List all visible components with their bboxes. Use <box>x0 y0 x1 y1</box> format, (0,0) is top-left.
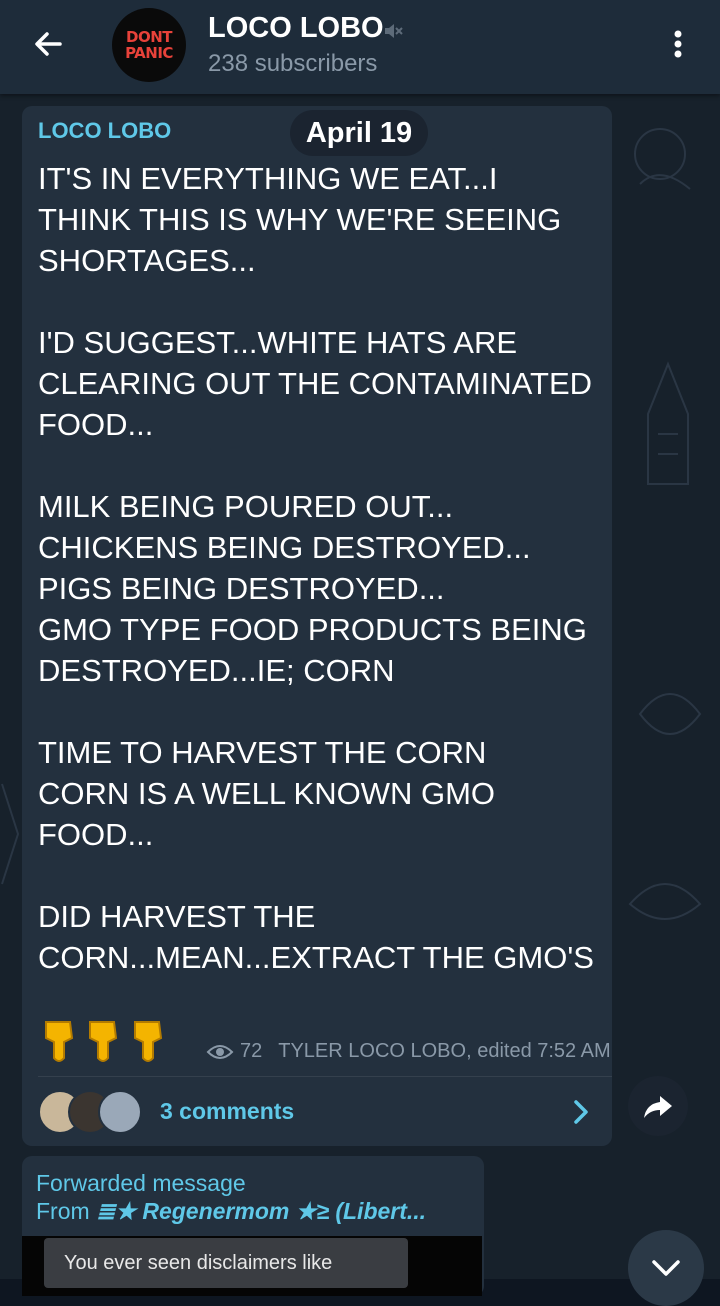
doodle-edge-icon <box>1 783 20 885</box>
message-sender[interactable]: LOCO LOBO <box>38 118 171 144</box>
share-button[interactable] <box>628 1076 688 1136</box>
pointing-down-icon <box>133 1021 162 1062</box>
subscriber-count: 238 subscribers <box>208 50 378 77</box>
doodle-leaf-icon <box>638 693 702 735</box>
commenter-avatar <box>98 1090 142 1134</box>
forwarded-from-name[interactable]: ≣★ Regenermom ★≥ (Libert... <box>96 1198 426 1224</box>
forwarded-from-prefix: From <box>36 1198 97 1224</box>
date-badge: April 19 <box>290 110 428 156</box>
muted-speaker-icon <box>385 24 403 38</box>
comments-link[interactable]: 3 comments <box>160 1098 294 1125</box>
channel-header: DONT PANIC LOCO LOBO 238 subscribers <box>0 0 720 94</box>
back-arrow-icon[interactable] <box>28 24 68 64</box>
forwarded-media-caption: You ever seen disclaimers like <box>44 1238 408 1288</box>
author-edited-time: TYLER LOCO LOBO, edited 7:52 AM <box>278 1040 611 1062</box>
more-menu-icon[interactable] <box>664 24 692 64</box>
avatar-text-line2: PANIC <box>125 44 173 62</box>
forwarded-from[interactable]: From ≣★ Regenermom ★≥ (Libert... <box>36 1198 426 1225</box>
view-count: 72 <box>240 1040 263 1062</box>
pointing-down-emoji-row <box>40 1018 169 1064</box>
comments-divider <box>38 1076 612 1077</box>
doodle-croissant-icon <box>628 883 702 920</box>
message-text: IT'S IN EVERYTHING WE EAT...I THINK THIS… <box>38 161 594 975</box>
doodle-tower-icon <box>647 361 689 485</box>
chevron-down-icon <box>652 1260 680 1276</box>
doodle-pattern-icon <box>634 128 691 190</box>
scroll-down-button[interactable] <box>628 1230 704 1306</box>
forwarded-label: Forwarded message <box>36 1170 246 1196</box>
avatar-text-line1: DONT <box>126 28 173 46</box>
channel-title[interactable]: LOCO LOBO <box>208 12 384 45</box>
channel-avatar[interactable]: DONT PANIC <box>112 8 186 82</box>
share-arrow-icon <box>644 1096 672 1118</box>
chevron-right-icon[interactable] <box>568 1096 594 1128</box>
pointing-down-icon <box>45 1021 74 1062</box>
eye-icon <box>206 1044 234 1059</box>
message-meta: 72 TYLER LOCO LOBO, edited 7:52 AM <box>206 1040 611 1063</box>
pointing-down-icon <box>89 1021 118 1062</box>
commenter-avatars[interactable] <box>38 1090 148 1134</box>
